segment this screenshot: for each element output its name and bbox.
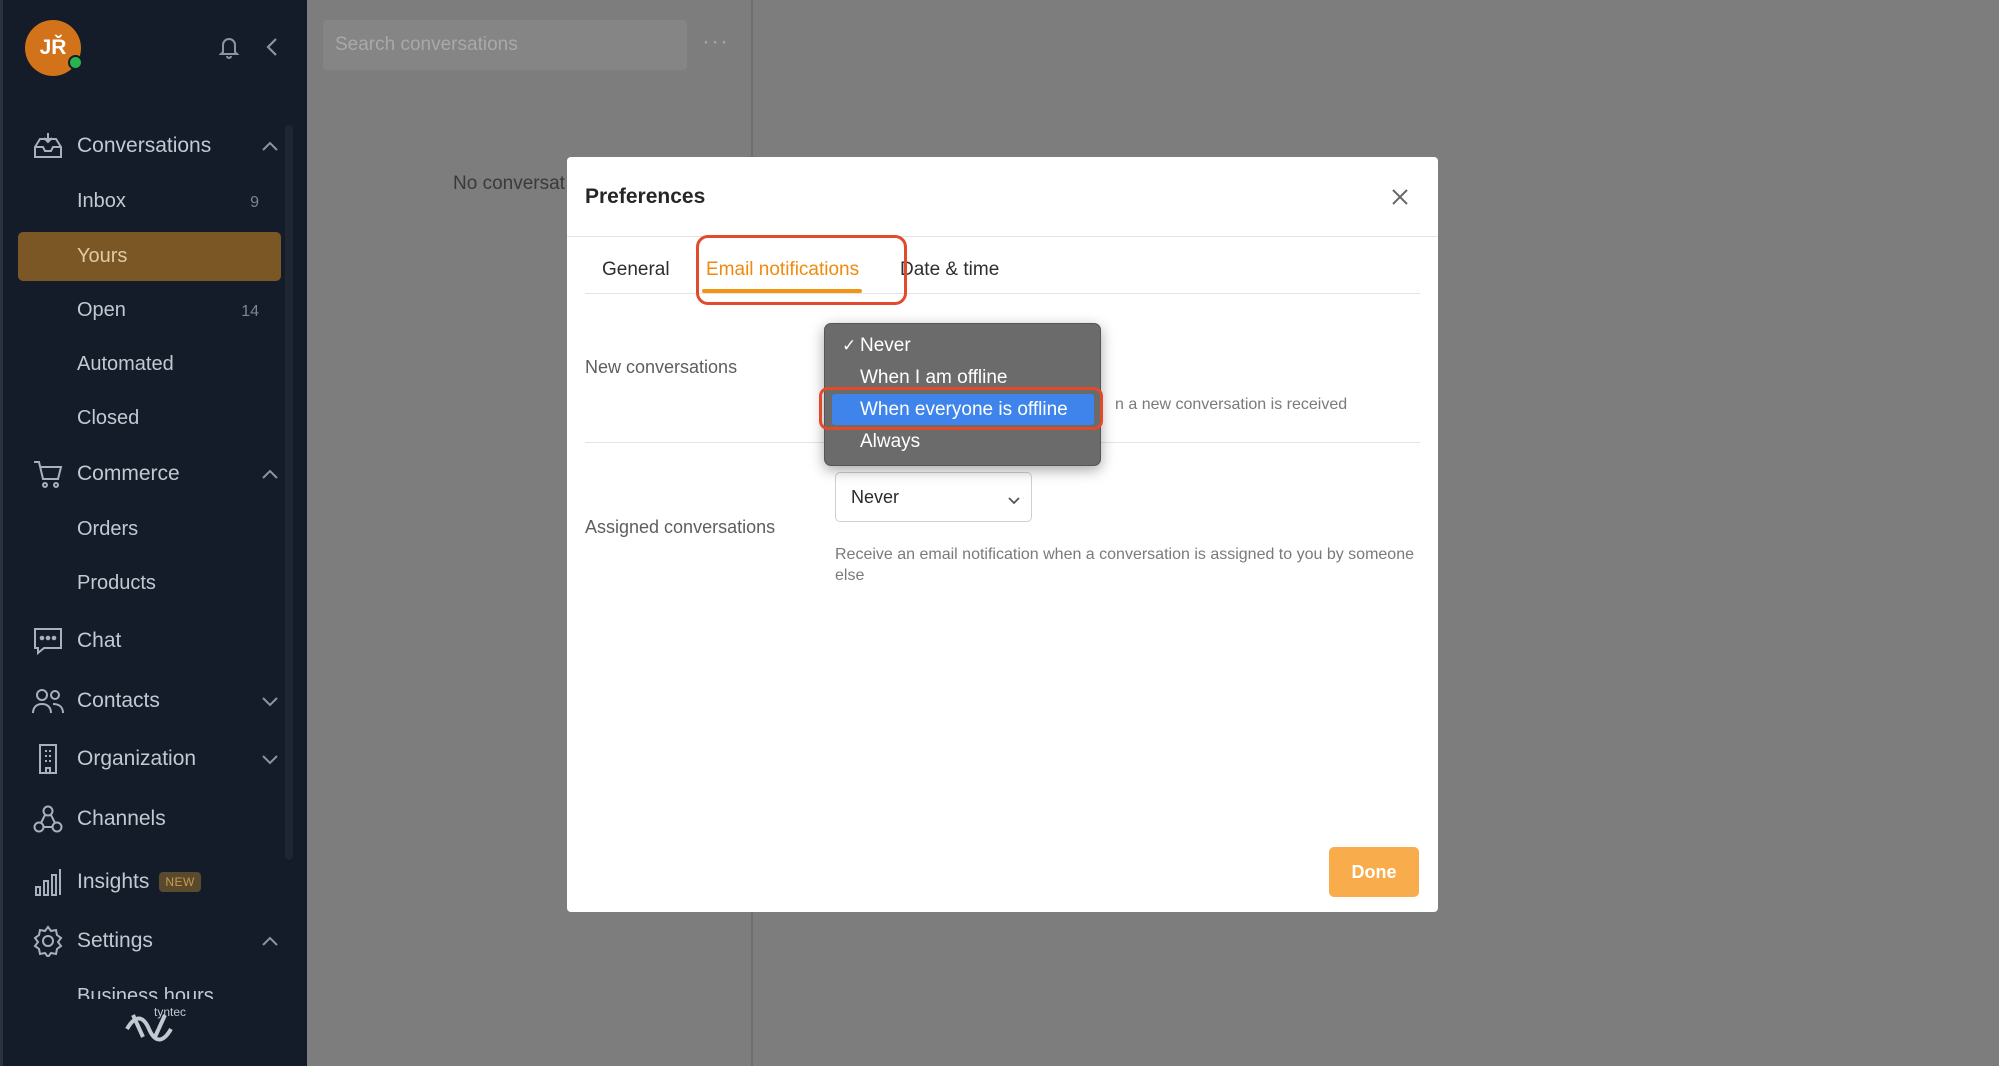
- annotation-highlight-option: [819, 387, 1103, 430]
- nav-section-conversations[interactable]: Conversations: [31, 129, 278, 163]
- dropdown-option-always[interactable]: Always: [832, 426, 1094, 457]
- nav-active-highlight: [18, 232, 281, 281]
- search-placeholder: Search conversations: [335, 34, 518, 55]
- option-label: Always: [860, 430, 921, 452]
- sidebar-item-orders[interactable]: Orders: [77, 518, 138, 541]
- sidebar-item-label: Yours: [77, 245, 128, 267]
- search-input[interactable]: Search conversations: [323, 20, 687, 70]
- inbox-count: 9: [250, 194, 259, 211]
- tab-bar: General Email notifications Date & time: [585, 235, 1420, 305]
- chevron-down-icon: [261, 747, 279, 771]
- nav-section-label: Channels: [77, 807, 166, 830]
- channels-icon: [31, 802, 65, 836]
- sidebar-item-automated[interactable]: Automated: [77, 353, 174, 376]
- chevron-up-icon: [261, 462, 279, 486]
- avatar[interactable]: JŘ: [25, 20, 83, 76]
- chevron-up-icon: [261, 134, 279, 158]
- sidebar-item-inbox[interactable]: Inbox: [77, 190, 126, 213]
- chevron-up-icon: [261, 929, 279, 953]
- nav-section-organization[interactable]: Organization: [31, 742, 278, 776]
- nav-section-label: Organization: [77, 747, 197, 770]
- nav-section-label: Insights: [77, 870, 150, 893]
- gear-icon: [31, 924, 65, 958]
- sidebar-item-open[interactable]: Open: [77, 299, 126, 322]
- close-icon[interactable]: [1390, 187, 1410, 207]
- dropdown-option-never[interactable]: ✓ Never: [832, 330, 1094, 361]
- chevron-down-icon: [261, 689, 279, 713]
- shopping-cart-icon: [31, 457, 65, 491]
- sidebar-item-label: Inbox: [77, 190, 126, 212]
- sidebar: JŘ Conversations Inbox 9 Yours Open 14 A…: [0, 0, 307, 1066]
- checkmark-icon: ✓: [842, 335, 857, 355]
- option-label: When I am offline: [860, 366, 1008, 388]
- avatar-initials: JŘ: [39, 36, 67, 59]
- nav-section-label: Conversations: [77, 134, 212, 157]
- online-status-dot: [68, 55, 83, 70]
- bell-icon[interactable]: [217, 34, 241, 65]
- collapse-chevron-icon[interactable]: [265, 36, 279, 63]
- nav-section-label: Chat: [77, 629, 122, 652]
- more-options-icon[interactable]: ···: [702, 28, 729, 56]
- nav-section-settings[interactable]: Settings: [31, 924, 278, 958]
- contacts-icon: [31, 684, 65, 718]
- bar-chart-icon: [31, 865, 65, 899]
- sidebar-item-label: Open: [77, 299, 126, 321]
- assigned-conversations-help: Receive an email notification when a con…: [835, 546, 1414, 584]
- sidebar-scrollbar[interactable]: [285, 125, 293, 860]
- tab-date-time[interactable]: Date & time: [900, 259, 999, 281]
- nav-section-channels[interactable]: Channels: [31, 802, 271, 836]
- nav-section-contacts[interactable]: Contacts: [31, 684, 278, 718]
- building-icon: [31, 742, 65, 776]
- sidebar-item-label: Products: [77, 572, 156, 594]
- nav-section-insights[interactable]: Insights NEW: [31, 865, 271, 899]
- nav-section-label: Contacts: [77, 689, 160, 712]
- sidebar-item-label: Automated: [77, 353, 174, 375]
- new-conversations-label: New conversations: [585, 357, 738, 377]
- select-value: Never: [851, 486, 900, 507]
- nav-section-label: Commerce: [77, 462, 180, 485]
- nav-section-commerce[interactable]: Commerce: [31, 457, 278, 491]
- tyntec-logo-icon: [121, 1003, 181, 1053]
- preferences-dialog: Preferences General Email notifications …: [567, 157, 1438, 912]
- sidebar-item-label: Business hours: [77, 985, 214, 999]
- sidebar-item-label: Orders: [77, 518, 139, 540]
- sidebar-item-yours[interactable]: Yours: [77, 245, 127, 268]
- assigned-conversations-label: Assigned conversations: [585, 517, 776, 537]
- empty-state-text: No conversat: [453, 173, 565, 194]
- dialog-title: Preferences: [585, 185, 706, 208]
- tab-general[interactable]: General: [602, 259, 670, 281]
- nav-section-chat[interactable]: Chat: [31, 624, 271, 658]
- chevron-down-icon: [1007, 490, 1021, 511]
- new-badge: NEW: [159, 872, 201, 892]
- sidebar-item-label: Closed: [77, 407, 140, 429]
- done-button[interactable]: Done: [1329, 847, 1419, 897]
- option-label: Never: [860, 334, 911, 356]
- sidebar-item-products[interactable]: Products: [77, 572, 156, 595]
- inbox-tray-icon: [31, 129, 65, 163]
- sidebar-item-closed[interactable]: Closed: [77, 407, 139, 430]
- new-conversations-help: n a new conversation is received: [1115, 396, 1348, 413]
- assigned-conversations-select[interactable]: Never: [835, 472, 1032, 522]
- chat-bubble-icon: [31, 624, 65, 658]
- sidebar-item-business-hours[interactable]: Business hours: [77, 985, 214, 999]
- nav-section-label: Settings: [77, 929, 153, 952]
- annotation-highlight-tab: [696, 235, 907, 305]
- open-count: 14: [241, 303, 259, 320]
